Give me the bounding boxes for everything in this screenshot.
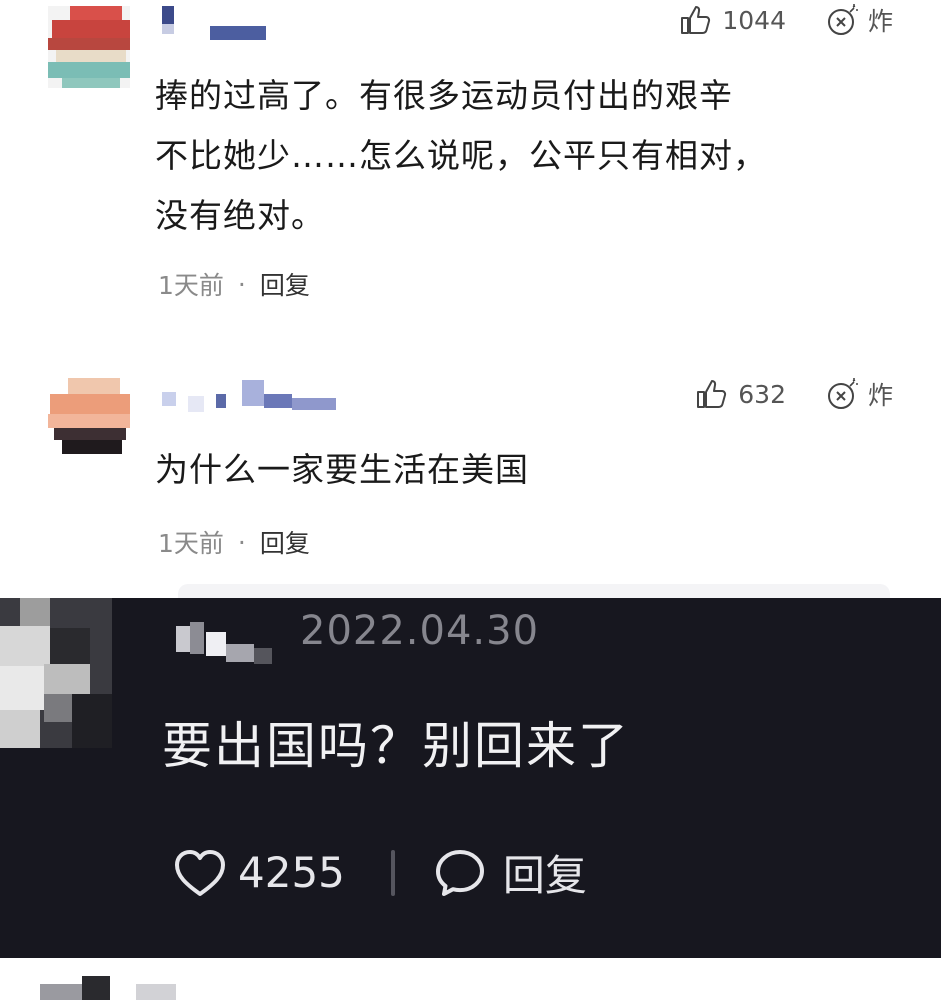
- avatar[interactable]: [0, 598, 112, 748]
- dark-comment-actions: 4255 回复: [172, 842, 587, 903]
- thumbs-up-icon: [697, 380, 727, 408]
- reply-link[interactable]: 回复: [260, 524, 310, 560]
- like-button[interactable]: 1044: [678, 3, 786, 37]
- reply-link[interactable]: 回复: [260, 266, 310, 302]
- separator-dot: ·: [237, 527, 246, 557]
- bomb-button[interactable]: 炸: [826, 376, 893, 412]
- divider: [390, 849, 395, 896]
- timestamp: 1天前: [158, 271, 224, 300]
- like-button[interactable]: 632: [694, 377, 786, 411]
- comment-date: 2022.04.30: [300, 608, 540, 654]
- comment-text-line: 不比她少……怎么说呢，公平只有相对，: [155, 136, 767, 175]
- bomb-icon: [827, 4, 858, 35]
- bomb-label: 炸: [867, 381, 893, 410]
- comment-text-line: 为什么一家要生活在美国: [155, 450, 529, 489]
- reply-label: 回复: [502, 851, 587, 900]
- next-comment-peek: [0, 958, 941, 1000]
- heart-icon: [175, 849, 225, 896]
- comment-1-actions: 1044 炸: [678, 2, 893, 38]
- timestamp: 1天前: [158, 529, 224, 558]
- comment-text: 捧的过高了。有很多运动员付出的艰辛 不比她少……怎么说呢，公平只有相对， 没有绝…: [155, 66, 901, 246]
- thumbs-up-icon: [681, 6, 711, 34]
- comment-2-actions: 632 炸: [694, 376, 893, 412]
- avatar[interactable]: [48, 378, 130, 460]
- bomb-icon: [827, 378, 858, 409]
- comment-footer: 1天前 · 回复: [158, 266, 310, 302]
- bomb-label: 炸: [867, 7, 893, 36]
- bomb-button[interactable]: 炸: [826, 2, 893, 38]
- like-count: 1044: [722, 5, 786, 35]
- comment-text-line: 捧的过高了。有很多运动员付出的艰辛: [155, 76, 733, 115]
- username-pixelated[interactable]: [158, 378, 358, 412]
- separator-dot: ·: [237, 269, 246, 299]
- dark-comment-card: 2022.04.30 要出国吗？别回来了 4255 回复: [0, 598, 941, 958]
- like-count: 632: [738, 379, 786, 409]
- like-count: 4255: [238, 848, 345, 897]
- comment-text-line: 没有绝对。: [155, 196, 325, 235]
- username-pixelated[interactable]: [176, 622, 276, 666]
- avatar[interactable]: [48, 6, 130, 88]
- chat-bubble-icon: [435, 849, 484, 896]
- reply-button[interactable]: 回复: [433, 842, 587, 903]
- comment-text: 为什么一家要生活在美国: [155, 440, 901, 500]
- comment-footer: 1天前 · 回复: [158, 524, 310, 560]
- like-button[interactable]: 4255: [172, 847, 345, 899]
- comment-text: 要出国吗？别回来了: [162, 717, 630, 775]
- username-pixelated[interactable]: [158, 6, 358, 40]
